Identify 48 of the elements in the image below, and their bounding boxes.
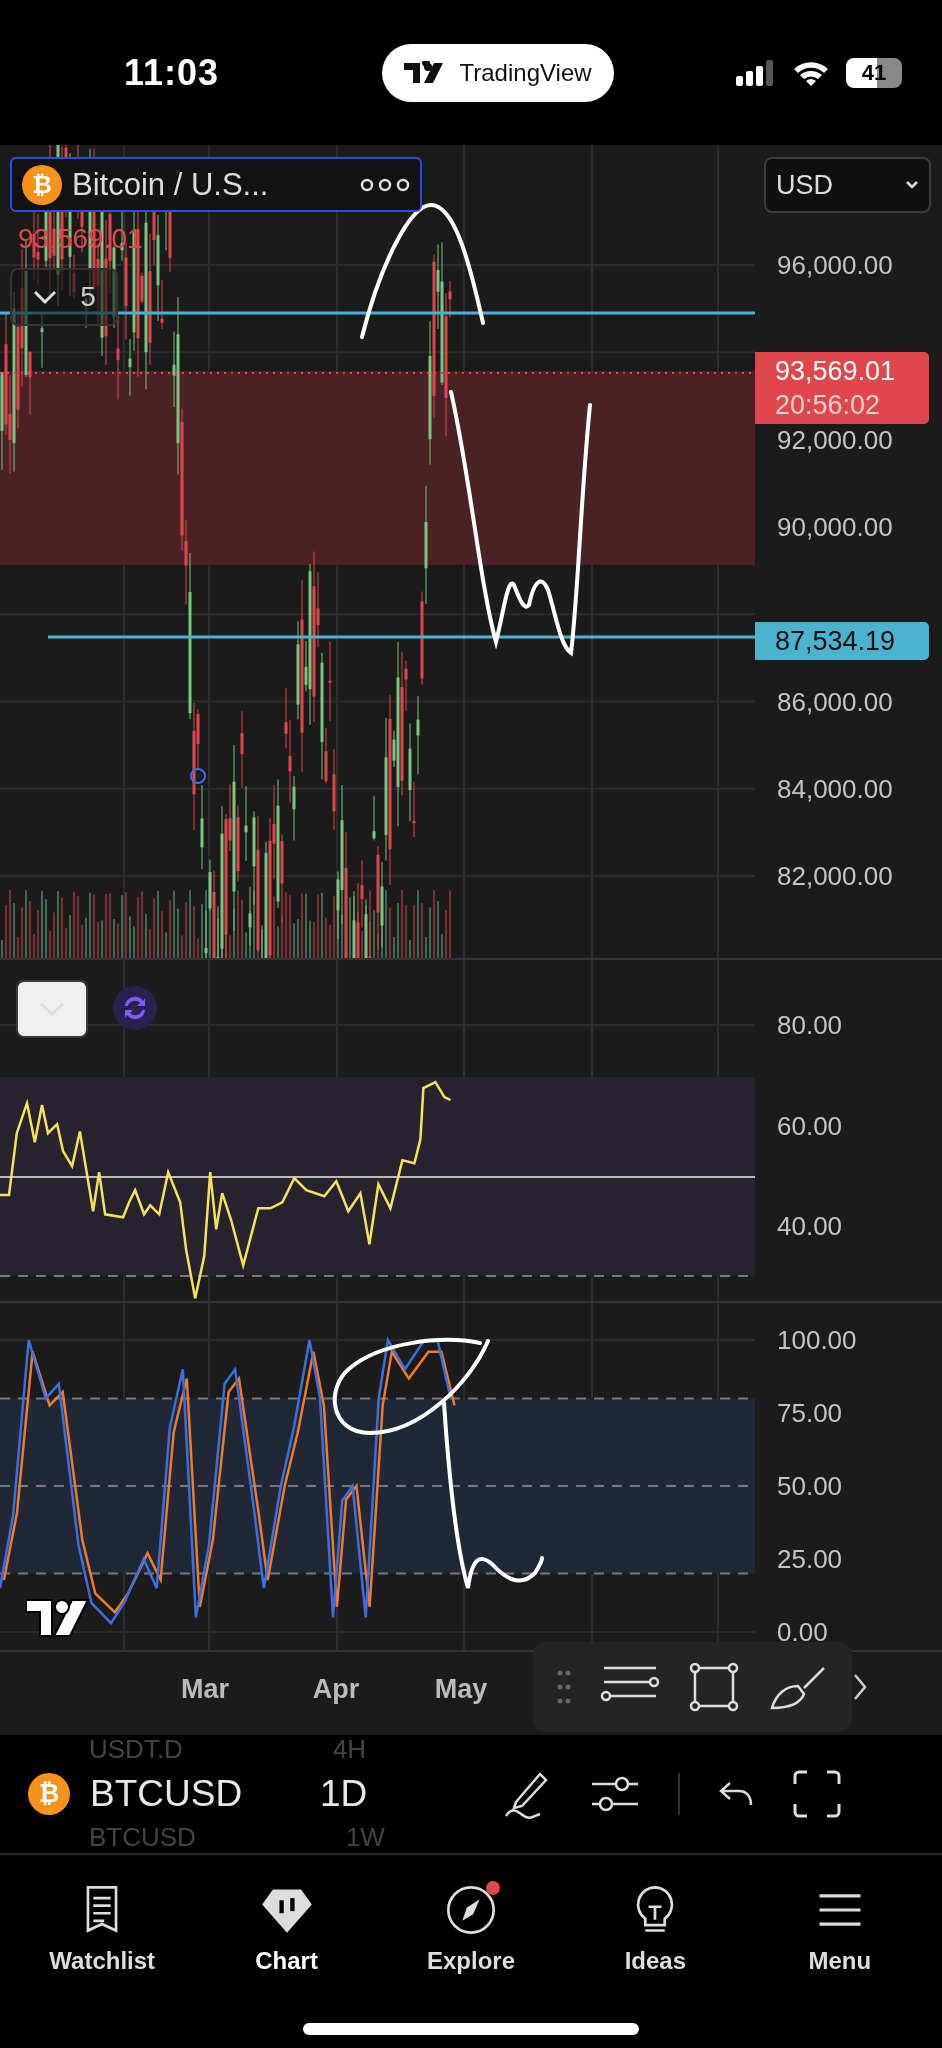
rsi-label: 40.00: [777, 1210, 843, 1242]
rsi-label: 80.00: [777, 1009, 843, 1041]
signal-icon: [736, 59, 776, 86]
chevron-right-icon[interactable]: [852, 1672, 868, 1702]
date-label: May: [434, 1674, 488, 1705]
symbol-name: Bitcoin / U.S...: [72, 166, 270, 203]
rsi-label: 60.00: [777, 1110, 843, 1141]
collapse-button[interactable]: [16, 980, 88, 1038]
last-price: 93,569.01: [775, 355, 897, 388]
symbol-selector[interactable]: BTCUSD: [90, 1773, 290, 1815]
marker-icon: [190, 768, 206, 784]
battery-level: 41: [846, 57, 902, 88]
date-label: Apr: [312, 1674, 360, 1705]
stoch-label: 50.00: [777, 1470, 843, 1502]
interval-selector[interactable]: 1D: [320, 1773, 470, 1815]
sync-button[interactable]: [113, 986, 157, 1030]
chevron-icon: [32, 289, 59, 305]
coin-icon: ₿: [22, 164, 62, 205]
stoch-label: 25.00: [777, 1543, 843, 1575]
currency-dropdown[interactable]: USD: [764, 157, 931, 213]
indicators-toggle[interactable]: 5: [10, 268, 118, 326]
symbol-legend[interactable]: ₿ Bitcoin / U.S...: [10, 157, 422, 212]
price-label: 90,000.00: [777, 511, 893, 543]
price-label: 82,000.00: [777, 860, 893, 892]
price-label: 86,000.00: [777, 686, 893, 717]
line-price-tag: 87,534.19: [755, 622, 929, 660]
stoch-label: 100.00: [777, 1324, 857, 1356]
nav-tab[interactable]: Watchlist: [17, 1883, 188, 2023]
clock-time: 11:03: [124, 51, 220, 94]
nav-tab[interactable]: Menu: [754, 1883, 925, 2023]
nav-tab[interactable]: Ideas: [570, 1883, 741, 2023]
drag-handle-icon[interactable]: [557, 1669, 572, 1705]
more-icon: [360, 177, 410, 192]
date-label: Mar: [181, 1674, 229, 1705]
rectangle-icon[interactable]: [688, 1662, 739, 1712]
stoch-label: 75.00: [777, 1397, 843, 1429]
fullscreen-icon[interactable]: [792, 1769, 842, 1819]
app-pill[interactable]: TradingView: [381, 43, 614, 102]
nav-tab[interactable]: Explore: [385, 1883, 556, 2023]
sliders-icon[interactable]: [590, 1774, 640, 1814]
stoch-label: 0.00: [777, 1616, 828, 1648]
price-label: 92,000.00: [777, 424, 893, 456]
bar-countdown: 20:56:02: [775, 389, 882, 422]
price-label: 84,000.00: [777, 773, 893, 805]
chevron-icon: [905, 180, 919, 190]
nav-tab[interactable]: Chart: [201, 1883, 372, 2023]
coin-icon: ₿: [28, 1773, 70, 1815]
price-label: 96,000.00: [777, 249, 893, 281]
